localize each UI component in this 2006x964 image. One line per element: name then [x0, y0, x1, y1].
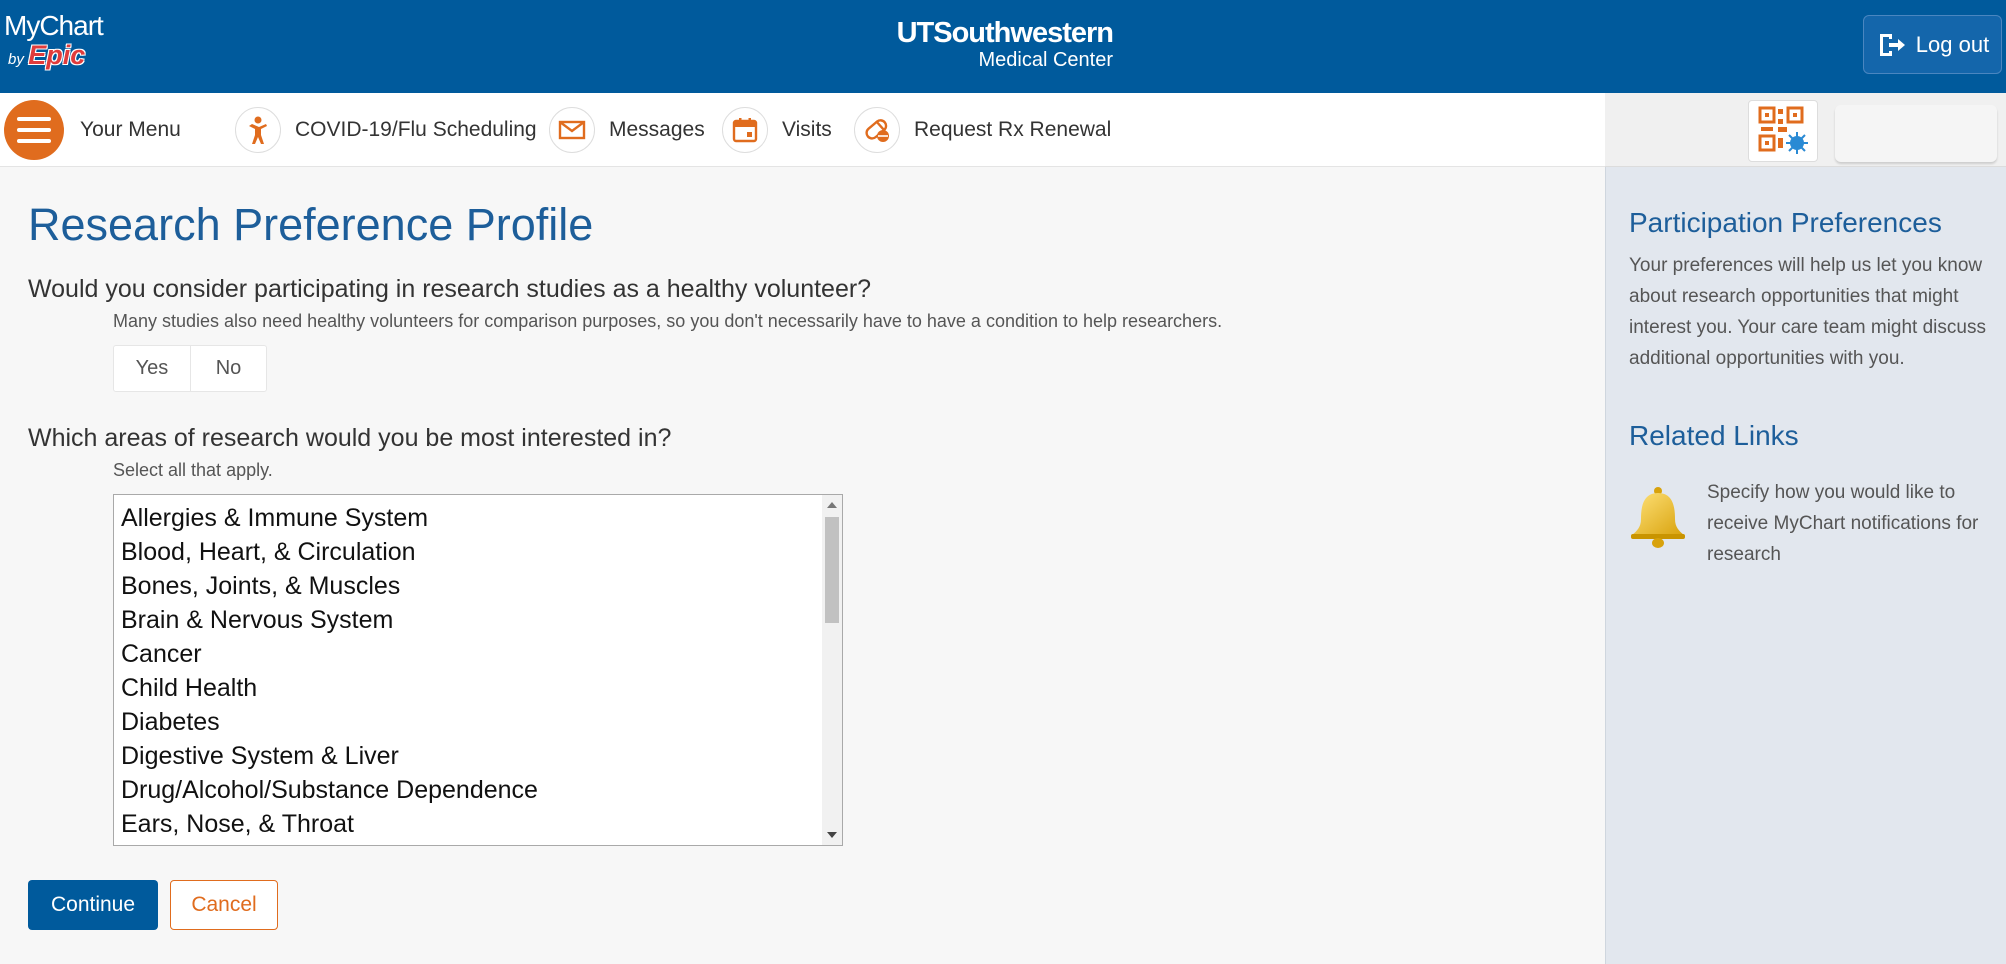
- yes-no-toggle: Yes No: [113, 345, 267, 392]
- logout-button[interactable]: Log out: [1863, 15, 2002, 74]
- mychart-logo[interactable]: MyChart by Epic: [4, 10, 104, 71]
- hamburger-icon: [4, 100, 64, 160]
- logout-icon: [1879, 33, 1905, 56]
- page-title: Research Preference Profile: [28, 199, 594, 250]
- scroll-down-arrow-icon[interactable]: [822, 825, 842, 845]
- main-content: Research Preference Profile Would you co…: [0, 167, 1605, 964]
- sidebar-heading-preferences: Participation Preferences: [1629, 207, 1942, 238]
- person-icon: [235, 107, 281, 153]
- your-menu-button[interactable]: Your Menu: [4, 93, 181, 167]
- question-research-areas: Which areas of research would you be mos…: [28, 424, 672, 452]
- nav-item-covid-scheduling[interactable]: COVID-19/Flu Scheduling: [235, 93, 537, 167]
- notification-settings-link-text[interactable]: Specify how you would like to receive My…: [1707, 477, 1997, 570]
- qr-code-button[interactable]: [1748, 100, 1818, 162]
- list-item[interactable]: Cancer: [121, 637, 842, 671]
- listbox-scrollbar[interactable]: [822, 495, 842, 845]
- question-healthy-volunteer: Would you consider participating in rese…: [28, 275, 872, 303]
- list-item[interactable]: Bones, Joints, & Muscles: [121, 569, 842, 603]
- bell-icon: [1631, 487, 1685, 548]
- list-item[interactable]: Diabetes: [121, 705, 842, 739]
- nav-label: Request Rx Renewal: [914, 118, 1112, 141]
- org-logo: UTSouthwestern Medical Center: [888, 17, 1114, 71]
- list-item[interactable]: Blood, Heart, & Circulation: [121, 535, 842, 569]
- continue-button[interactable]: Continue: [28, 880, 158, 930]
- nav-bar: Your Menu COVID-19/Flu Scheduling Messag…: [0, 93, 1605, 167]
- nav-item-messages[interactable]: Messages: [549, 93, 705, 167]
- epic-wordmark: Epic: [28, 40, 86, 70]
- logout-label: Log out: [1915, 31, 1990, 57]
- question-research-areas-help: Select all that apply.: [113, 460, 273, 480]
- header-bar: MyChart by Epic UTSouthwestern Medical C…: [0, 0, 2006, 93]
- pill-icon: [854, 107, 900, 153]
- calendar-icon: [722, 107, 768, 153]
- org-name: UTSouthwestern: [896, 17, 1114, 49]
- list-item[interactable]: Allergies & Immune System: [121, 501, 842, 535]
- nav-item-visits[interactable]: Visits: [722, 93, 832, 167]
- notification-settings-link[interactable]: Specify how you would like to receive My…: [1629, 477, 1997, 570]
- list-item[interactable]: Drug/Alcohol/Substance Dependence: [121, 773, 842, 807]
- list-item[interactable]: Child Health: [121, 671, 842, 705]
- qr-code-icon: [1758, 106, 1808, 154]
- sidebar-heading-related-links: Related Links: [1629, 420, 1799, 451]
- question-healthy-volunteer-help: Many studies also need healthy volunteer…: [113, 311, 1223, 331]
- sidebar: Participation Preferences Your preferenc…: [1605, 167, 2006, 964]
- sidebar-preferences-text: Your preferences will help us let you kn…: [1629, 255, 1986, 369]
- yes-button[interactable]: Yes: [114, 346, 190, 391]
- cancel-button[interactable]: Cancel: [170, 880, 278, 930]
- by-text: by: [8, 51, 24, 68]
- mychart-wordmark: MyChart: [4, 10, 104, 41]
- research-areas-listbox[interactable]: Allergies & Immune System Blood, Heart, …: [113, 494, 843, 846]
- no-button[interactable]: No: [190, 346, 266, 391]
- list-item[interactable]: Brain & Nervous System: [121, 603, 842, 637]
- list-item[interactable]: Ears, Nose, & Throat: [121, 807, 842, 841]
- nav-item-rx-renewal[interactable]: Request Rx Renewal: [854, 93, 1111, 167]
- list-item[interactable]: Digestive System & Liver: [121, 739, 842, 773]
- scroll-up-arrow-icon[interactable]: [822, 495, 842, 515]
- scroll-thumb[interactable]: [825, 517, 839, 623]
- org-subtitle: Medical Center: [978, 49, 1113, 71]
- nav-label: Messages: [609, 118, 705, 141]
- your-menu-label: Your Menu: [80, 118, 181, 141]
- nav-label: Visits: [782, 118, 832, 141]
- nav-placeholder-button[interactable]: [1835, 105, 1997, 162]
- nav-label: COVID-19/Flu Scheduling: [295, 118, 537, 141]
- envelope-icon: [549, 107, 595, 153]
